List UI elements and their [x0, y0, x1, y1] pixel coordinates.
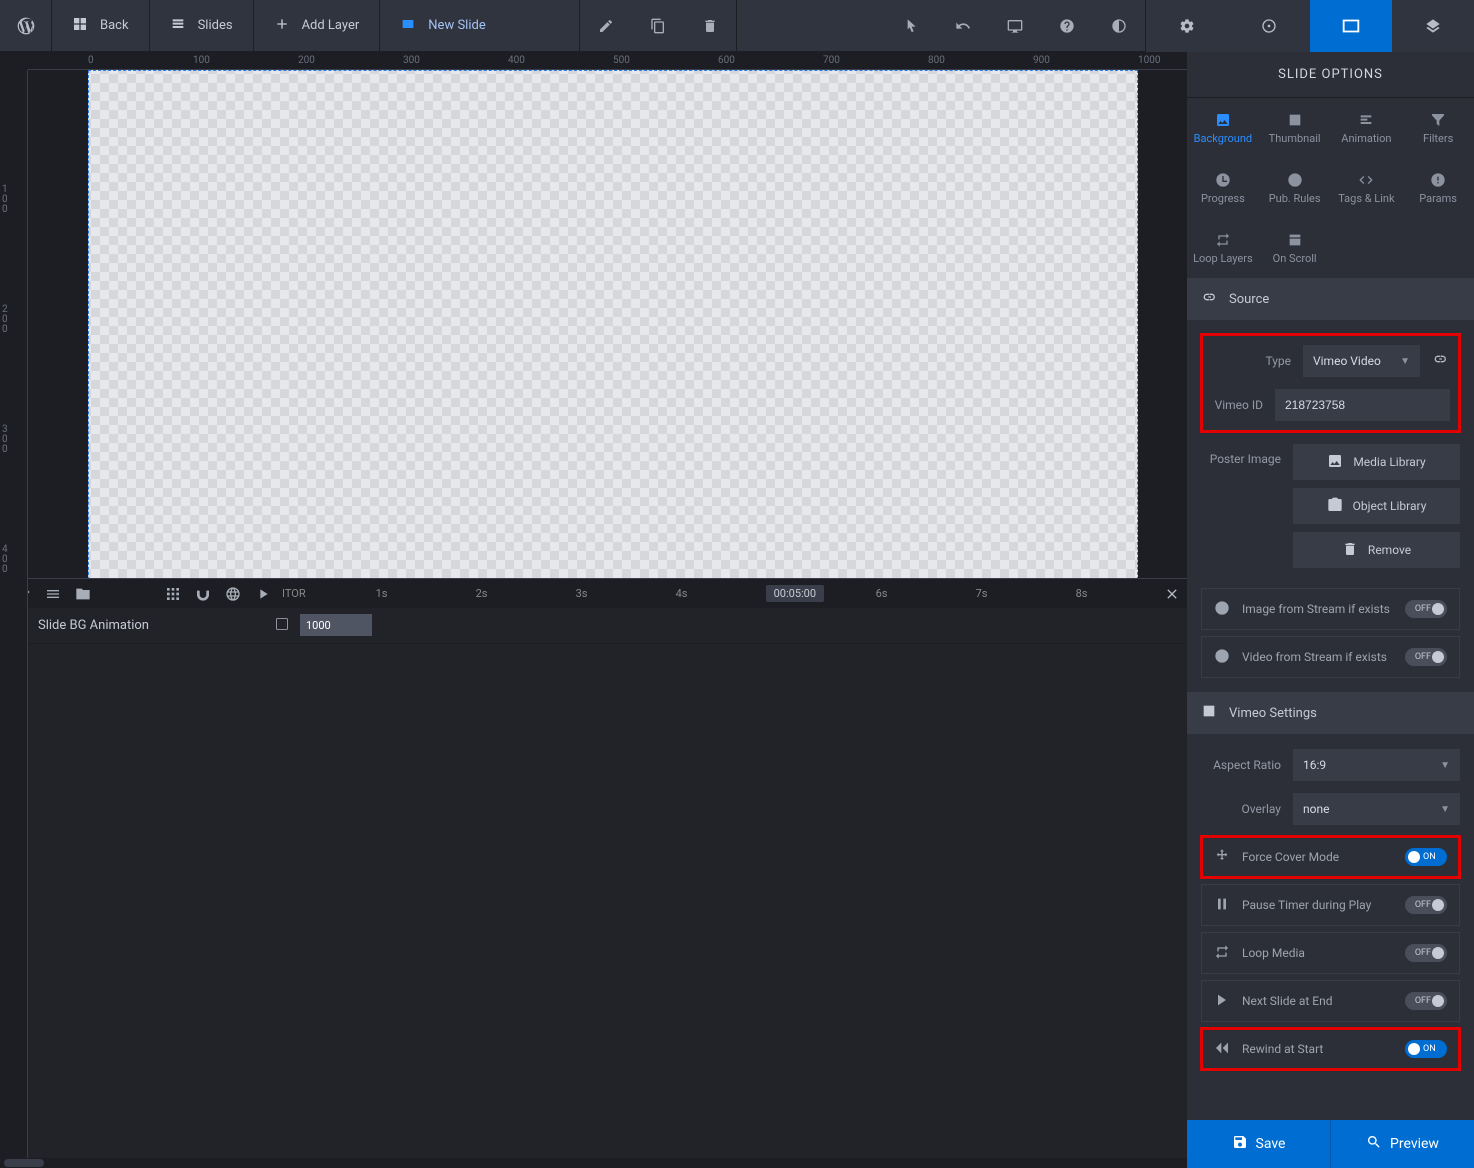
edit-icon[interactable] — [580, 0, 632, 52]
undo-icon[interactable] — [937, 0, 989, 52]
add-layer-button[interactable]: Add Layer — [254, 0, 381, 52]
magnet-icon[interactable] — [188, 579, 218, 609]
back-button[interactable]: Back — [52, 0, 150, 52]
sidebar: SLIDE OPTIONS Background Thumbnail Anima… — [1187, 52, 1474, 1168]
folder-icon[interactable] — [68, 579, 98, 609]
tab-loop-layers[interactable]: Loop Layers — [1187, 218, 1259, 278]
link-icon — [1201, 289, 1217, 309]
media-library-button[interactable]: Media Library — [1293, 444, 1460, 480]
search-icon — [1366, 1134, 1382, 1154]
save-icon — [1232, 1134, 1248, 1154]
tab-params[interactable]: Params — [1402, 158, 1474, 218]
navigation-tab[interactable] — [1228, 0, 1310, 52]
globe-icon — [1214, 648, 1230, 667]
tab-filters[interactable]: Filters — [1402, 98, 1474, 158]
globe-icon — [1214, 600, 1230, 619]
vimeo-id-input[interactable] — [1275, 389, 1450, 421]
settings-tab[interactable] — [1146, 0, 1228, 52]
loop-icon — [1214, 944, 1230, 963]
type-select[interactable]: Vimeo Video▼ — [1303, 345, 1420, 377]
slide-tab[interactable] — [1310, 0, 1392, 52]
horizontal-scrollbar[interactable] — [0, 1158, 1187, 1168]
close-timeline-icon[interactable] — [1157, 586, 1187, 602]
tab-pub-rules[interactable]: Pub. Rules — [1259, 158, 1331, 218]
desktop-icon[interactable] — [989, 0, 1041, 52]
remove-button[interactable]: Remove — [1293, 532, 1460, 568]
editor-area: 0 100 200 300 400 500 600 700 800 900 10… — [0, 52, 1187, 1168]
play-icon[interactable] — [248, 579, 278, 609]
aspect-ratio-select[interactable]: 16:9▼ — [1293, 749, 1460, 781]
menu-icon[interactable] — [38, 579, 68, 609]
link-icon[interactable] — [1432, 351, 1450, 371]
timeline-ruler[interactable]: 1s 2s 3s 4s 00:05:00 6s 7s 8s — [306, 579, 1157, 608]
vimeo-section-header[interactable]: Vimeo Settings — [1187, 692, 1474, 734]
source-highlight-box: Type Vimeo Video▼ Vimeo ID — [1201, 334, 1460, 432]
pause-timer-toggle[interactable]: Pause Timer during Play OFF — [1201, 884, 1460, 926]
settings-icon — [1201, 703, 1217, 723]
timeline-current-time: 00:05:00 — [766, 585, 824, 602]
source-section-header[interactable]: Source — [1187, 278, 1474, 320]
rewind-icon — [1214, 1040, 1230, 1059]
grid-icon — [72, 16, 88, 36]
image-icon — [1327, 453, 1343, 472]
rewind-toggle[interactable]: Rewind at Start ON — [1201, 1028, 1460, 1070]
overlay-select[interactable]: none▼ — [1293, 793, 1460, 825]
add-layer-icon — [274, 16, 290, 36]
globe-icon[interactable] — [218, 579, 248, 609]
cursor-icon[interactable] — [885, 0, 937, 52]
object-library-button[interactable]: Object Library — [1293, 488, 1460, 524]
preview-button[interactable]: Preview — [1331, 1120, 1474, 1168]
top-toolbar: Back Slides Add Layer New Slide — [0, 0, 1474, 52]
slide-canvas[interactable] — [88, 70, 1138, 578]
ruler-horizontal: 0 100 200 300 400 500 600 700 800 900 10… — [28, 52, 1187, 70]
force-cover-toggle[interactable]: Force Cover Mode ON — [1201, 836, 1460, 878]
camera-icon — [1327, 497, 1343, 516]
options-tabs: Background Thumbnail Animation Filters P… — [1187, 98, 1474, 278]
timeline-row[interactable]: Slide BG Animation 1000 — [0, 608, 1187, 644]
duplicate-icon[interactable] — [632, 0, 684, 52]
tab-thumbnail[interactable]: Thumbnail — [1259, 98, 1331, 158]
tab-tags-link[interactable]: Tags & Link — [1331, 158, 1403, 218]
tab-progress[interactable]: Progress — [1187, 158, 1259, 218]
grid-snap-icon[interactable] — [158, 579, 188, 609]
expand-icon — [1214, 848, 1230, 867]
tab-background[interactable]: Background — [1187, 98, 1259, 158]
loop-media-toggle[interactable]: Loop Media OFF — [1201, 932, 1460, 974]
editor-label: ITOR — [282, 587, 306, 600]
tab-on-scroll[interactable]: On Scroll — [1259, 218, 1331, 278]
ruler-vertical: 100 200 300 400 — [0, 70, 28, 1168]
timeline-segment[interactable]: 1000 — [300, 614, 372, 636]
slide-icon — [400, 16, 416, 36]
timeline-toolbar: ITOR 1s 2s 3s 4s 00:05:00 6s 7s 8s — [0, 578, 1187, 608]
help-icon[interactable] — [1041, 0, 1093, 52]
pause-icon — [1214, 896, 1230, 915]
delete-icon[interactable] — [684, 0, 736, 52]
next-icon — [1214, 992, 1230, 1011]
contrast-icon[interactable] — [1093, 0, 1145, 52]
new-slide-tab[interactable]: New Slide — [380, 0, 580, 52]
wordpress-logo[interactable] — [0, 0, 52, 52]
next-slide-toggle[interactable]: Next Slide at End OFF — [1201, 980, 1460, 1022]
slides-icon — [170, 16, 186, 36]
sidebar-title: SLIDE OPTIONS — [1187, 52, 1474, 98]
tab-animation[interactable]: Animation — [1331, 98, 1403, 158]
layer-tab[interactable] — [1392, 0, 1474, 52]
slides-button[interactable]: Slides — [150, 0, 254, 52]
video-from-stream-toggle[interactable]: Video from Stream if exists OFF — [1201, 636, 1460, 678]
image-from-stream-toggle[interactable]: Image from Stream if exists OFF — [1201, 588, 1460, 630]
timeline-body: Slide BG Animation 1000 — [0, 608, 1187, 1168]
clip-icon — [274, 616, 290, 636]
trash-icon — [1342, 541, 1358, 560]
save-button[interactable]: Save — [1187, 1120, 1331, 1168]
